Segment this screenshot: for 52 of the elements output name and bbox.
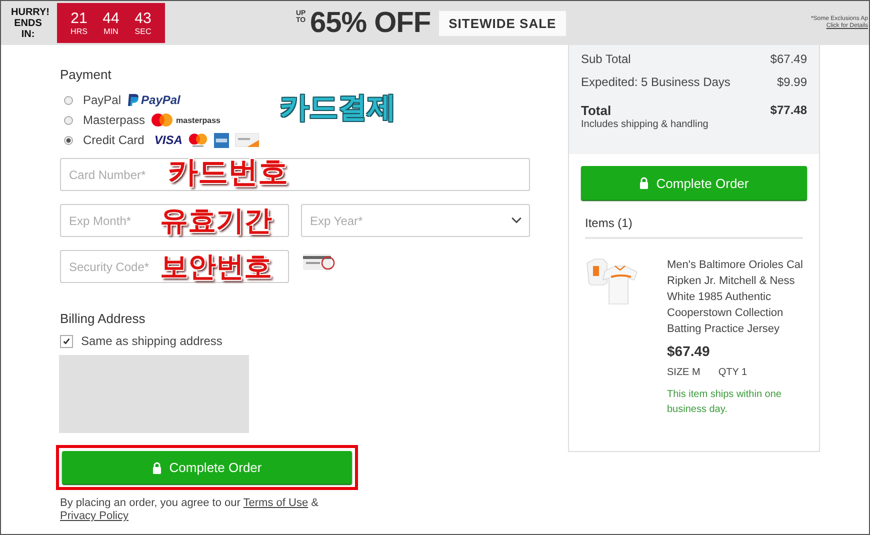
amex-card-icon: [214, 132, 230, 148]
radio-button[interactable]: [64, 136, 73, 144]
paypal-logo-text: PayPal: [141, 93, 180, 107]
privacy-link[interactable]: Privacy Policy: [60, 510, 128, 522]
radio-button[interactable]: [64, 116, 73, 124]
countdown-value: 43: [134, 10, 152, 27]
terms-link[interactable]: Terms of Use: [243, 497, 308, 509]
annotation-text: 카드번호: [168, 157, 288, 189]
item-name: Men's Baltimore Orioles Cal Ripken Jr. Mitchell & Ness White 1985 Authentic Cooperstown Collection Batting Practice Jersey: [667, 258, 804, 337]
billing-address-heading: Billing Address: [60, 311, 146, 326]
summary-label: Expedited: 5 Business Days: [581, 74, 730, 88]
total-label: Total: [581, 102, 612, 118]
lock-icon: [152, 462, 162, 474]
exp-year-dropdown[interactable]: Exp Year*: [301, 204, 530, 237]
summary-amount: $9.99: [776, 74, 807, 88]
summary-amount: $67.49: [770, 52, 807, 66]
summary-label: Sub Total: [581, 52, 631, 66]
item-quantity: QTY 1: [718, 367, 748, 378]
payment-method-label[interactable]: PayPal: [83, 93, 122, 107]
item-price: $67.49: [667, 343, 711, 359]
mastercard-icon: [188, 132, 208, 148]
countdown-unit: HRS: [70, 27, 88, 36]
mastercard-circles-icon: [151, 113, 174, 127]
annotation-text: 보안번호: [160, 254, 272, 280]
annotation-text: 카드결제: [280, 92, 396, 124]
paypal-logo-icon: [127, 93, 140, 107]
countdown-unit: MIN: [104, 27, 118, 36]
shipping-note: This item ships within one business day.: [667, 388, 782, 417]
checkmark-icon: [62, 336, 71, 346]
item-size: SIZE M: [667, 367, 700, 378]
card-back-icon: [303, 253, 337, 271]
checkbox[interactable]: [60, 334, 73, 348]
countdown-unit: SEC: [134, 27, 152, 36]
radio-button[interactable]: [64, 96, 73, 104]
agreement-text: By placing an order, you agree to our Terms of Use & Privacy Policy: [60, 497, 320, 523]
checkbox-label[interactable]: Same as shipping address: [81, 334, 222, 348]
total-amount: $77.48: [770, 103, 807, 117]
countdown-value: 44: [102, 10, 120, 27]
annotation-text: 유효기간: [160, 208, 272, 234]
payment-method-label[interactable]: Masterpass: [83, 113, 146, 127]
payment-heading: Payment: [60, 67, 112, 82]
visa-logo-text: VISA: [154, 133, 182, 147]
items-heading: Items (1): [585, 216, 803, 239]
countdown-value: 21: [70, 10, 88, 27]
discover-card-icon: [235, 133, 260, 147]
sitewide-sale-label: SITEWIDE SALE: [438, 10, 566, 36]
lock-icon: [639, 177, 650, 189]
chevron-down-icon: [511, 217, 522, 224]
masterpass-logo-text: masterpass: [176, 116, 221, 124]
payment-method-label[interactable]: Credit Card: [83, 133, 144, 147]
total-note: Includes shipping & handling: [581, 119, 710, 130]
offer-text: 65% OFF: [310, 6, 431, 40]
